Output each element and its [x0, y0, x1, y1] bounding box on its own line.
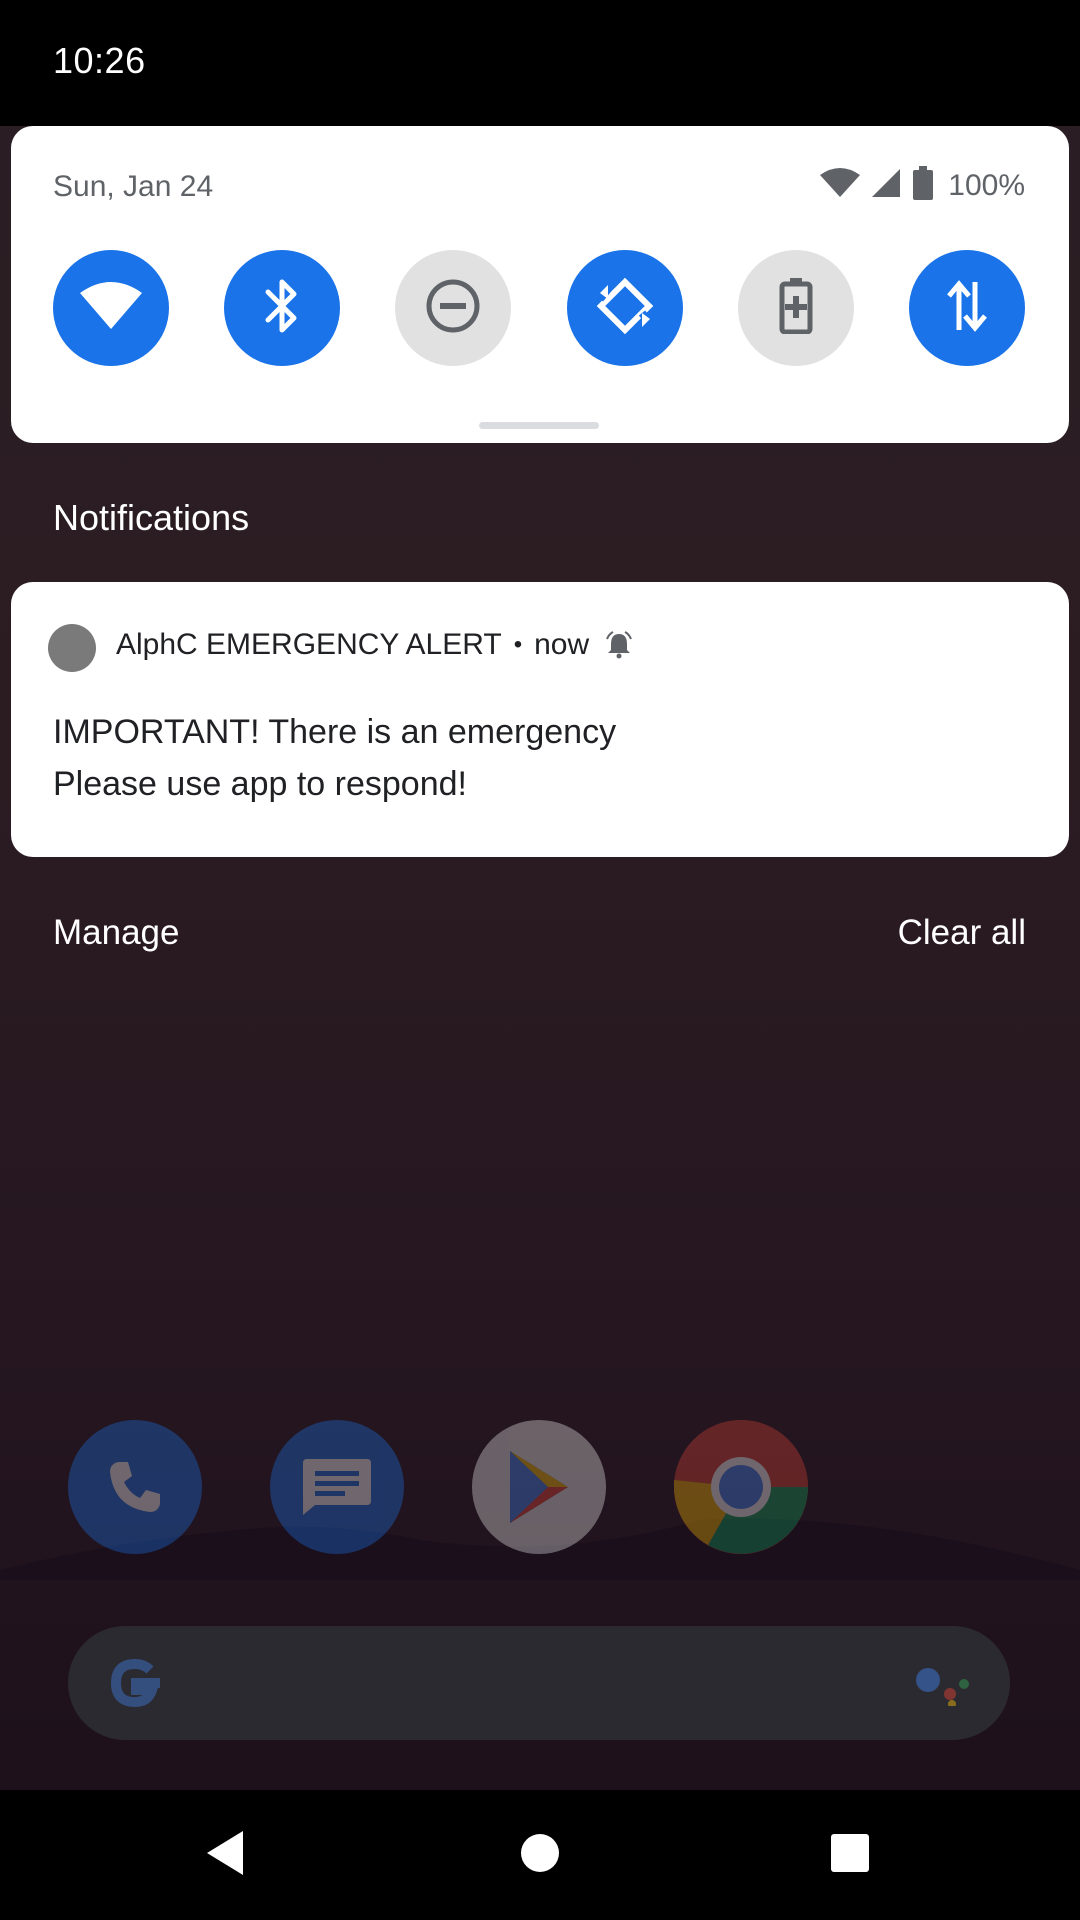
tile-auto-rotate[interactable]	[566, 250, 683, 366]
tile-mobile-data[interactable]	[908, 250, 1025, 366]
tile-wifi[interactable]	[53, 250, 169, 366]
separator-dot: •	[513, 631, 523, 658]
home-circle-icon	[520, 1833, 560, 1878]
rotate-icon	[594, 275, 656, 342]
tile-do-not-disturb[interactable]	[395, 250, 512, 366]
status-time: 10:26	[53, 40, 146, 81]
wifi-icon	[80, 281, 142, 336]
phone-app-icon[interactable]	[68, 1420, 202, 1554]
app-name: AlphC EMERGENCY ALERT	[116, 628, 502, 661]
notifications-header: Notifications	[53, 497, 250, 538]
dock	[0, 1420, 1080, 1554]
navigation-bar	[0, 1790, 1080, 1920]
qs-tiles	[53, 250, 1025, 366]
bluetooth-icon	[262, 276, 302, 341]
tile-bluetooth[interactable]	[224, 250, 341, 366]
notification-header-row: AlphC EMERGENCY ALERT • now	[116, 628, 633, 662]
alert-bell-icon	[605, 631, 633, 659]
wifi-signal-icon	[820, 167, 861, 204]
home-button[interactable]	[505, 1820, 575, 1890]
quick-settings-panel[interactable]: Sun, Jan 24 100%	[11, 126, 1069, 443]
notification-line-1: IMPORTANT! There is an emergency	[53, 713, 617, 751]
google-assistant-icon[interactable]	[914, 1666, 974, 1711]
mobile-data-icon	[945, 278, 989, 339]
chrome-app-icon[interactable]	[674, 1420, 808, 1554]
cell-signal-icon	[870, 167, 902, 204]
notification-time: now	[534, 628, 590, 661]
battery-percent: 100%	[948, 168, 1025, 202]
battery-saver-icon	[779, 277, 813, 339]
recents-button[interactable]	[815, 1820, 885, 1890]
google-logo-icon	[102, 1650, 168, 1721]
play-store-app-icon[interactable]	[472, 1420, 606, 1554]
notification-line-2: Please use app to respond!	[53, 765, 467, 803]
status-bar: 10:26	[0, 0, 1080, 126]
notification-body: IMPORTANT! There is an emergency Please …	[53, 706, 616, 810]
manage-button[interactable]: Manage	[53, 913, 179, 953]
messages-app-icon[interactable]	[270, 1420, 404, 1554]
clear-all-button[interactable]: Clear all	[898, 913, 1026, 953]
app-icon	[48, 624, 96, 672]
qs-drag-handle[interactable]	[479, 422, 599, 429]
google-search-bar[interactable]	[68, 1626, 1010, 1740]
back-button[interactable]	[190, 1820, 260, 1890]
back-triangle-icon	[203, 1829, 247, 1882]
do-not-disturb-icon	[425, 278, 481, 339]
notification-card[interactable]: AlphC EMERGENCY ALERT • now IMPORTANT! T…	[11, 582, 1069, 857]
recents-square-icon	[830, 1833, 870, 1878]
qs-status-icons: 100%	[820, 166, 1025, 205]
tile-battery-saver[interactable]	[737, 250, 854, 366]
qs-date: Sun, Jan 24	[53, 170, 214, 203]
battery-icon	[912, 166, 934, 205]
